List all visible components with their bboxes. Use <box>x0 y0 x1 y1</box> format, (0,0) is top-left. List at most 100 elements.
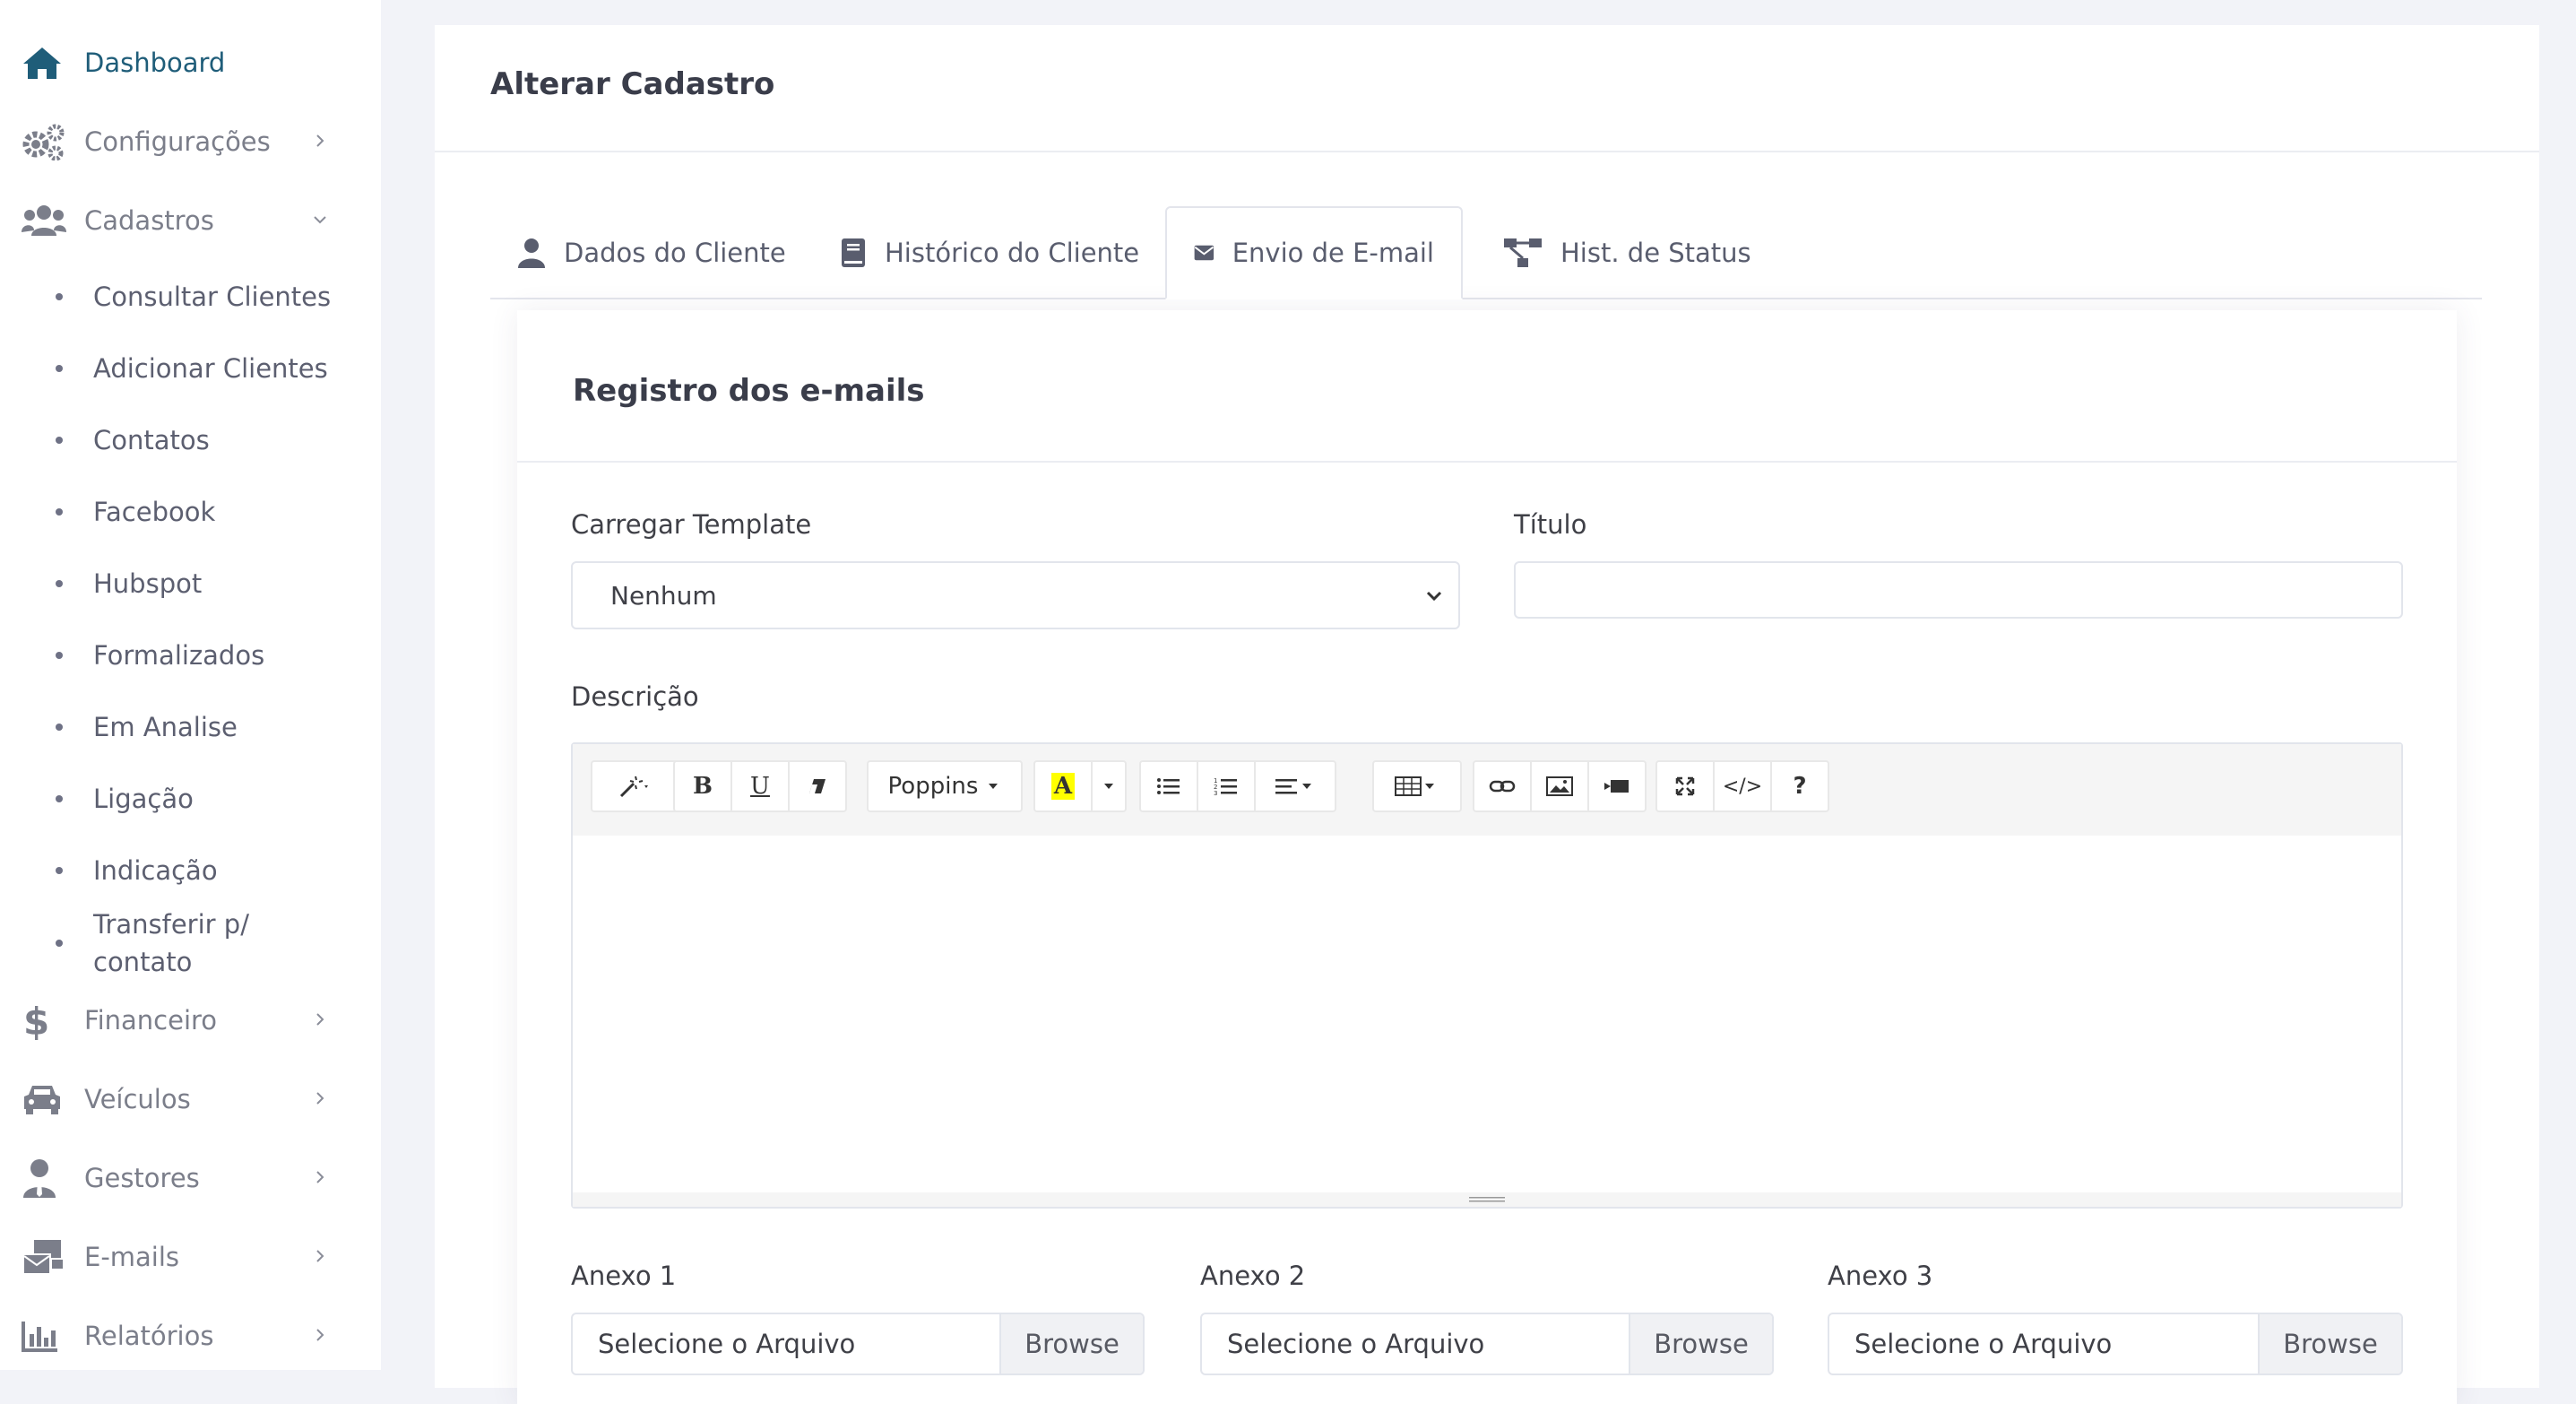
insert-image-button[interactable] <box>1530 760 1589 812</box>
bullet-icon <box>56 867 63 874</box>
list-ol-icon: 1 2 3 <box>1214 777 1237 796</box>
font-color-button[interactable]: A <box>1033 760 1093 812</box>
browse-button[interactable]: Browse <box>999 1314 1143 1374</box>
bullet-icon <box>56 365 63 372</box>
grip-icon <box>1469 1197 1505 1202</box>
insert-video-button[interactable] <box>1587 760 1647 812</box>
sidebar-item-relatorios[interactable]: Relatórios <box>0 1309 381 1363</box>
sidebar-subitem-formalizados[interactable]: Formalizados <box>0 637 381 674</box>
sidebar-subitem-label: Adicionar Clientes <box>93 353 328 384</box>
anexo-2-file-input[interactable]: Selecione o Arquivo Browse <box>1200 1313 1774 1375</box>
sidebar-subitem-facebook[interactable]: Facebook <box>0 493 381 531</box>
sidebar-subitem-consultar-clientes[interactable]: Consultar Clientes <box>0 278 381 316</box>
tab-label: Hist. de Status <box>1560 238 1751 268</box>
bold-button[interactable]: B <box>673 760 732 812</box>
svg-text:3: 3 <box>1214 790 1217 796</box>
sidebar-subitem-label: Indicação <box>93 855 218 886</box>
editor-content-area[interactable] <box>573 836 2401 1192</box>
user-tie-icon <box>22 1158 66 1198</box>
file-input-placeholder: Selecione o Arquivo <box>1854 1329 2113 1359</box>
tab-dados-cliente[interactable]: Dados do Cliente <box>490 206 813 299</box>
file-input-placeholder: Selecione o Arquivo <box>598 1329 856 1359</box>
tab-bar: Dados do Cliente Histórico do Cliente En… <box>490 206 2482 299</box>
sidebar-item-configuracoes[interactable]: Configurações <box>0 115 381 169</box>
sidebar-item-cadastros[interactable]: Cadastros <box>0 194 381 247</box>
clear-format-button[interactable] <box>788 760 847 812</box>
sidebar-subitem-label: Consultar Clientes <box>93 282 332 312</box>
help-button[interactable]: ? <box>1770 760 1829 812</box>
anexo-2-label: Anexo 2 <box>1200 1261 1306 1291</box>
titulo-label: Título <box>1514 509 1587 540</box>
underline-button[interactable]: U <box>730 760 790 812</box>
sidebar-subitem-label: Ligação <box>93 784 194 814</box>
tab-historico-cliente[interactable]: Histórico do Cliente <box>813 206 1166 299</box>
tab-hist-status[interactable]: Hist. de Status <box>1476 206 1778 299</box>
sidebar-item-label: Configurações <box>84 126 271 157</box>
user-icon <box>518 238 545 268</box>
sidebar-item-label: Financeiro <box>84 1005 218 1036</box>
sidebar-item-emails[interactable]: E-mails <box>0 1230 381 1284</box>
divider <box>435 151 2539 152</box>
eraser-icon <box>809 779 826 793</box>
anexo-1-label: Anexo 1 <box>571 1261 677 1291</box>
sidebar-item-label: Gestores <box>84 1163 200 1193</box>
chevron-right-icon <box>316 1092 324 1105</box>
sidebar-item-label: E-mails <box>84 1242 180 1272</box>
sidebar-subitem-label: Em Analise <box>93 712 238 742</box>
sidebar-item-veiculos[interactable]: Veículos <box>0 1072 381 1126</box>
font-color-icon: A <box>1050 773 1076 800</box>
browse-button[interactable]: Browse <box>1629 1314 1772 1374</box>
sidebar-subitem-label: Formalizados <box>93 640 265 671</box>
font-family-dropdown[interactable]: Poppins <box>867 760 1023 812</box>
image-icon <box>1546 776 1573 796</box>
tab-envio-email[interactable]: Envio de E-mail <box>1165 206 1463 299</box>
dollar-icon: $ <box>22 1001 66 1040</box>
code-icon: </> <box>1722 775 1763 798</box>
chevron-right-icon <box>316 1329 324 1341</box>
chevron-right-icon <box>316 1250 324 1262</box>
sidebar-item-dashboard[interactable]: Dashboard <box>0 36 381 90</box>
help-icon: ? <box>1793 773 1807 800</box>
sidebar-subitem-transferir-contato[interactable]: Transferir p/ contato <box>0 906 381 981</box>
sidebar-subitem-hubspot[interactable]: Hubspot <box>0 565 381 602</box>
sidebar-subitem-label: Contatos <box>93 425 210 455</box>
bullet-icon <box>56 437 63 444</box>
ordered-list-button[interactable]: 1 2 3 <box>1197 760 1256 812</box>
style-button[interactable] <box>591 760 680 812</box>
titulo-input[interactable] <box>1514 561 2403 619</box>
magic-icon <box>619 776 648 798</box>
bold-icon: B <box>693 773 713 800</box>
sidebar-subitem-adicionar-clientes[interactable]: Adicionar Clientes <box>0 350 381 387</box>
fullscreen-button[interactable] <box>1655 760 1715 812</box>
sidebar-subitem-indicacao[interactable]: Indicação <box>0 852 381 889</box>
sidebar-subitem-contatos[interactable]: Contatos <box>0 421 381 459</box>
sidebar-item-label: Veículos <box>84 1084 191 1114</box>
font-color-dropdown[interactable] <box>1091 760 1127 812</box>
chevron-right-icon <box>316 134 324 147</box>
sidebar-subitem-ligacao[interactable]: Ligação <box>0 780 381 818</box>
editor-resize-handle[interactable] <box>573 1192 2401 1207</box>
section-title: Registro dos e-mails <box>573 373 925 409</box>
sidebar-subitem-em-analise[interactable]: Em Analise <box>0 708 381 746</box>
unordered-list-button[interactable] <box>1139 760 1198 812</box>
tab-label: Histórico do Cliente <box>885 238 1140 268</box>
table-dropdown[interactable] <box>1372 760 1462 812</box>
code-view-button[interactable]: </> <box>1713 760 1772 812</box>
bullet-icon <box>56 652 63 659</box>
template-select[interactable]: Nenhum <box>571 561 1460 629</box>
template-label: Carregar Template <box>571 509 812 540</box>
anexo-3-file-input[interactable]: Selecione o Arquivo Browse <box>1828 1313 2403 1375</box>
file-input-placeholder: Selecione o Arquivo <box>1227 1329 1485 1359</box>
envelope-icon <box>1194 245 1215 261</box>
mail-bulk-icon <box>22 1237 66 1277</box>
insert-link-button[interactable] <box>1473 760 1532 812</box>
browse-button[interactable]: Browse <box>2258 1314 2401 1374</box>
anexo-1-file-input[interactable]: Selecione o Arquivo Browse <box>571 1313 1145 1375</box>
sidebar-item-gestores[interactable]: Gestores <box>0 1151 381 1205</box>
chevron-down-icon <box>1426 591 1442 602</box>
tab-label: Dados do Cliente <box>564 238 786 268</box>
paragraph-align-dropdown[interactable] <box>1254 760 1336 812</box>
main-card: Alterar Cadastro Dados do Cliente Histór… <box>435 25 2539 1404</box>
sidebar-item-financeiro[interactable]: $ Financeiro <box>0 993 381 1047</box>
email-panel: Registro dos e-mails Carregar Template N… <box>517 310 2457 1404</box>
